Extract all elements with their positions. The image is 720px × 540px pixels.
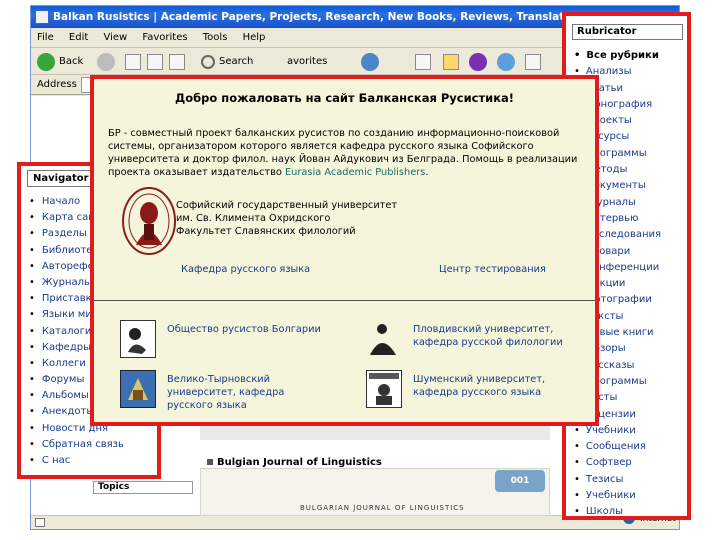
- menu-help[interactable]: Help: [243, 32, 266, 43]
- journal-badge: 001: [495, 470, 545, 492]
- rub-item[interactable]: Сообщения: [574, 439, 661, 455]
- favorites-button[interactable]: avorites: [287, 53, 327, 71]
- testing-center-link[interactable]: Центр тестирования: [439, 264, 546, 275]
- journal-title-link[interactable]: Bulgian Journal of Linguistics: [207, 457, 382, 468]
- welcome-title: Добро пожаловать на сайт Балканская Руси…: [174, 91, 515, 105]
- rubricator-title: Rubricator: [572, 24, 683, 40]
- search-button[interactable]: Search: [219, 53, 253, 71]
- ie-icon: [35, 10, 49, 24]
- plovdiv-university-logo-icon[interactable]: [366, 319, 402, 357]
- divider: [94, 300, 595, 301]
- partner-line: Пловдивский университет,: [413, 324, 554, 335]
- home-icon[interactable]: [169, 54, 185, 70]
- shumen-university-logo-icon[interactable]: [366, 370, 402, 408]
- partner-line: Шуменский университет,: [413, 374, 546, 385]
- veliko-tarnovo-university-logo-icon[interactable]: [120, 370, 156, 408]
- sofia-university-seal-icon[interactable]: [122, 187, 176, 255]
- russian-dept-link[interactable]: Кафедра русского языка: [181, 264, 310, 275]
- partner-rusists-society[interactable]: Общество русистов Болгарии: [167, 323, 321, 336]
- welcome-description: БР - совместный проект балканских русист…: [108, 127, 584, 179]
- rub-item[interactable]: Школы: [574, 504, 661, 516]
- menu-tools[interactable]: Tools: [203, 32, 228, 43]
- menu-file[interactable]: File: [37, 32, 54, 43]
- partner-line: русского языка: [167, 400, 247, 411]
- univ-line: Софийский государственный университет: [176, 200, 398, 211]
- partner-line: кафедра русского языка: [413, 387, 542, 398]
- refresh-icon[interactable]: [147, 54, 163, 70]
- mail-icon[interactable]: [415, 54, 431, 70]
- media-icon[interactable]: [361, 53, 379, 71]
- stop-icon[interactable]: [125, 54, 141, 70]
- discuss-icon[interactable]: [497, 53, 515, 71]
- menu-favorites[interactable]: Favorites: [142, 32, 187, 43]
- topics-header: Topics: [93, 481, 193, 494]
- menu-view[interactable]: View: [103, 32, 127, 43]
- back-button[interactable]: Back: [59, 53, 83, 71]
- sofia-university-block: Софийский государственный университет им…: [176, 199, 397, 238]
- back-arrow-icon[interactable]: [37, 53, 55, 71]
- rub-item[interactable]: Учебники: [574, 488, 661, 504]
- partner-line: кафедра русской филологии: [413, 337, 563, 348]
- page-status-icon: [35, 518, 45, 527]
- partner-plovdiv-university[interactable]: Пловдивский университет, кафедра русской…: [413, 323, 563, 349]
- partner-shumen-university[interactable]: Шуменский университет, кафедра русского …: [413, 373, 545, 399]
- address-label: Address: [37, 79, 77, 90]
- nav-item[interactable]: С нас: [29, 453, 124, 469]
- univ-line: им. Св. Климента Охридского: [176, 213, 331, 224]
- edit-icon[interactable]: [525, 54, 541, 70]
- rub-item[interactable]: Софтвер: [574, 455, 661, 471]
- partner-line: университет, кафедра: [167, 387, 285, 398]
- univ-line: Факультет Славянских филологий: [176, 226, 356, 237]
- rub-item[interactable]: Тезисы: [574, 472, 661, 488]
- welcome-desc-end: .: [425, 167, 429, 178]
- rusists-society-logo-icon[interactable]: [120, 320, 156, 358]
- welcome-panel: Добро пожаловать на сайт Балканская Руси…: [90, 75, 599, 426]
- nav-item[interactable]: Сбратная связь: [29, 437, 124, 453]
- search-icon[interactable]: [201, 55, 215, 69]
- partner-line: Общество русистов Болгарии: [167, 324, 321, 335]
- partner-line: Велико-Тырновский: [167, 374, 270, 385]
- eurasia-publisher-link[interactable]: Eurasia Academic Publishers: [285, 167, 425, 178]
- partner-veliko-tarnovo-university[interactable]: Велико-Тырновский университет, кафедра р…: [167, 373, 284, 412]
- rub-item[interactable]: Все рубрики: [574, 48, 661, 64]
- menu-edit[interactable]: Edit: [69, 32, 88, 43]
- journal-footer-text: BULGARIAN JOURNAL OF LINGUISTICS: [300, 504, 465, 512]
- folder-icon[interactable]: [443, 54, 459, 70]
- messenger-icon[interactable]: [469, 53, 487, 71]
- forward-arrow-icon[interactable]: [97, 53, 115, 71]
